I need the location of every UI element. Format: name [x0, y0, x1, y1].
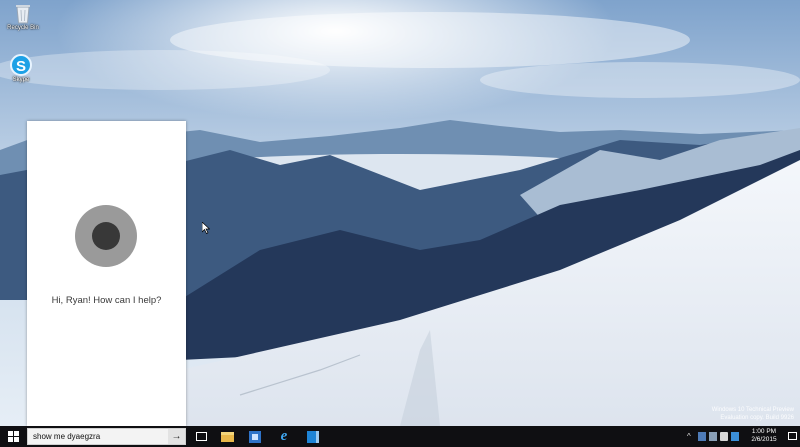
system-tray: ^ 1:00 PM 2/6/2015 [684, 426, 800, 447]
folder-icon [220, 431, 234, 442]
taskbar-store[interactable] [247, 429, 263, 444]
desktop-icon-skype[interactable]: S Skype [1, 54, 41, 83]
taskbar-internet-explorer[interactable]: e [276, 429, 292, 444]
recycle-bin-icon [16, 5, 30, 24]
desktop-icon-label: Skype [12, 77, 30, 83]
desktop-icon-recycle-bin[interactable]: Recycle Bin [3, 2, 43, 31]
search-go-button[interactable]: → [168, 429, 185, 444]
taskbar-task-view[interactable] [193, 429, 209, 444]
action-center-icon[interactable] [788, 432, 797, 440]
windows-logo-icon [7, 431, 19, 442]
watermark-line-1: Windows 10 Technical Preview [711, 407, 794, 413]
task-view-icon [195, 432, 207, 441]
clock[interactable]: 1:00 PM 2/6/2015 [742, 428, 786, 444]
mouse-cursor-icon [202, 222, 210, 234]
ie-icon: e [280, 428, 288, 444]
build-watermark: Windows 10 Technical Preview Evaluation … [712, 406, 794, 422]
taskbar-file-explorer[interactable] [219, 429, 235, 444]
desktop-icon-label: Recycle Bin [7, 25, 39, 31]
taskbar-files[interactable] [305, 429, 321, 444]
volume-icon[interactable] [720, 432, 728, 441]
taskbar: → e ^ 1:00 PM 2/6/2015 [0, 426, 800, 447]
search-box[interactable]: → [27, 428, 186, 445]
watermark-line-2: Evaluation copy. Build 9926 [720, 415, 794, 421]
files-icon [307, 430, 319, 443]
tray-app-icon[interactable] [698, 432, 706, 441]
cortana-panel: Hi, Ryan! How can I help? [27, 121, 186, 426]
cortana-greeting: Hi, Ryan! How can I help? [51, 295, 162, 306]
skype-icon: S [10, 54, 32, 76]
search-input[interactable] [33, 429, 163, 444]
keyboard-icon[interactable] [731, 432, 739, 441]
start-button[interactable] [0, 426, 26, 447]
store-icon [249, 430, 261, 443]
clock-date: 2/6/2015 [751, 436, 777, 443]
network-icon[interactable] [709, 432, 717, 441]
clock-time: 1:00 PM [751, 428, 777, 435]
cortana-core [92, 222, 120, 250]
show-hidden-icons-chevron-icon[interactable]: ^ [687, 432, 691, 441]
cortana-ring-icon[interactable] [75, 205, 137, 267]
